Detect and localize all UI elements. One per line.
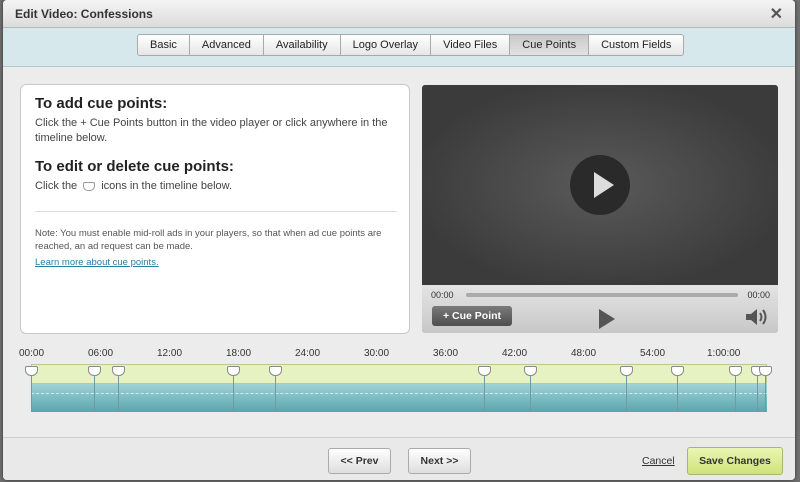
tab-basic[interactable]: Basic [137, 34, 190, 56]
timeline-label: 1:00:00 [707, 348, 741, 359]
edit-text-pre: Click the [35, 180, 78, 192]
edit-video-dialog: Edit Video: Confessions ✕ Basic Advanced… [3, 0, 795, 480]
tab-custom-fields[interactable]: Custom Fields [589, 34, 685, 56]
video-player: 00:00 00:00 + Cue Point [422, 85, 778, 333]
title-bar: Edit Video: Confessions ✕ [3, 0, 795, 28]
tab-bar: Basic Advanced Availability Logo Overlay… [137, 34, 685, 56]
cue-point-line [734, 376, 736, 412]
cue-point-marker[interactable] [619, 366, 633, 376]
cue-point-line [31, 376, 32, 412]
current-time: 00:00 [431, 290, 454, 300]
timeline-label: 30:00 [364, 348, 390, 359]
next-button[interactable]: Next >> [408, 448, 471, 474]
volume-icon[interactable] [744, 307, 770, 327]
cue-point-line [118, 376, 120, 412]
cue-marker-icon [83, 181, 96, 191]
add-cue-points-text: Click the + Cue Points button in the vid… [35, 117, 388, 144]
dialog-footer: << Prev Next >> Cancel Save Changes [3, 437, 795, 480]
timeline-top-band [31, 364, 767, 384]
play-icon [594, 172, 614, 198]
prev-button[interactable]: << Prev [328, 448, 391, 474]
cue-points-help-panel: To add cue points: Click the + Cue Point… [20, 84, 410, 334]
tab-advanced[interactable]: Advanced [189, 34, 264, 56]
timeline-label: 18:00 [226, 348, 252, 359]
add-cue-point-button[interactable]: + Cue Point [432, 306, 512, 326]
timeline-label: 00:00 [19, 348, 45, 359]
timeline-dashes [31, 393, 767, 394]
cue-point-marker[interactable] [728, 366, 742, 376]
timeline-bottom-band [31, 384, 767, 412]
cue-point-line [94, 376, 96, 412]
close-icon[interactable]: ✕ [770, 4, 783, 24]
tab-strip: Basic Advanced Availability Logo Overlay… [3, 28, 795, 67]
play-button[interactable] [599, 309, 615, 329]
learn-more-link[interactable]: Learn more about cue points. [35, 257, 159, 268]
scrub-bar[interactable] [466, 293, 738, 297]
big-play-button[interactable] [570, 155, 630, 215]
timeline-label: 48:00 [571, 348, 597, 359]
cue-point-timeline: 00:00 06:00 12:00 18:00 24:00 30:00 36:00 42:00… [3, 348, 795, 420]
mid-roll-note: Note: You must enable mid-roll ads in yo… [35, 228, 382, 252]
dialog-title: Edit Video: Confessions [15, 7, 153, 21]
cue-point-marker[interactable] [758, 366, 772, 376]
edit-cue-points-heading: To edit or delete cue points: [35, 158, 234, 175]
cue-point-marker[interactable] [268, 366, 282, 376]
cancel-link[interactable]: Cancel [642, 455, 675, 467]
cue-point-line [677, 376, 679, 412]
tab-logo-overlay[interactable]: Logo Overlay [340, 34, 432, 56]
add-cue-points-heading: To add cue points: [35, 95, 168, 112]
timeline-label: 12:00 [157, 348, 183, 359]
video-screen[interactable] [422, 85, 778, 285]
cue-point-line [484, 376, 486, 412]
total-time: 00:00 [747, 290, 770, 300]
cue-point-line [274, 376, 276, 412]
timeline-label: 24:00 [295, 348, 321, 359]
cue-point-line [764, 376, 766, 412]
edit-text-post: icons in the timeline below. [101, 180, 233, 192]
divider [35, 211, 397, 212]
tab-video-files[interactable]: Video Files [431, 34, 511, 56]
player-controls: 00:00 00:00 + Cue Point [422, 285, 778, 333]
timeline-track[interactable] [25, 364, 772, 416]
cue-point-line [530, 376, 532, 412]
timeline-label: 54:00 [640, 348, 666, 359]
tab-cue-points[interactable]: Cue Points [510, 34, 590, 56]
cue-point-line [756, 376, 758, 412]
cue-point-line [625, 376, 627, 412]
edit-cue-points-text: Click the icons in the timeline below. [35, 179, 395, 194]
timeline-label: 42:00 [502, 348, 528, 359]
cue-point-line [233, 376, 235, 412]
timeline-label: 06:00 [88, 348, 114, 359]
save-changes-button[interactable]: Save Changes [687, 447, 783, 475]
tab-availability[interactable]: Availability [263, 34, 341, 56]
timeline-label: 36:00 [433, 348, 459, 359]
